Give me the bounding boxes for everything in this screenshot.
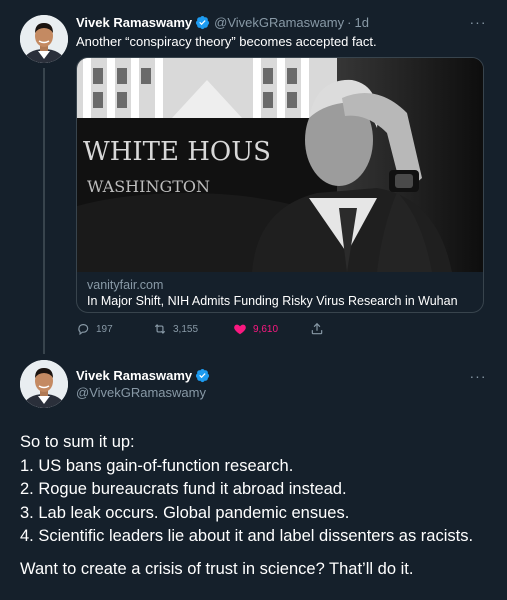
retweet-count: 3,155: [173, 323, 199, 335]
like-icon: [234, 324, 246, 335]
reply-icon: [78, 324, 89, 336]
verified-icon: [195, 368, 210, 383]
tweet-body: So to sum it up: 1. US bans gain-of-func…: [20, 431, 490, 581]
tweet-thread: Vivek Ramaswamy @VivekGRamaswamy · 1d ··…: [0, 0, 507, 600]
author-handle[interactable]: @VivekGRamaswamy: [214, 15, 344, 30]
card-footer: vanityfair.com In Major Shift, NIH Admit…: [77, 272, 483, 312]
retweet-icon: [154, 324, 166, 334]
tweet-header: Vivek Ramaswamy @VivekGRamaswamy · 1d: [76, 13, 369, 31]
verified-icon: [195, 15, 210, 30]
tweet-closing-line: Want to create a crisis of trust in scie…: [20, 559, 414, 578]
more-icon[interactable]: ···: [466, 369, 490, 383]
reply-count: 197: [96, 323, 113, 335]
avatar[interactable]: [20, 15, 68, 63]
share-button[interactable]: [310, 322, 330, 336]
author-name-2: Vivek Ramaswamy: [76, 368, 214, 383]
tweet-line: 4. Scientific leaders lie about it and l…: [20, 527, 474, 545]
reply-button[interactable]: 197: [76, 322, 153, 336]
card-domain: vanityfair.com: [87, 278, 164, 292]
card-title: In Major Shift, NIH Admits Funding Risky…: [87, 294, 458, 308]
card-image: WHITE HOUS WASHINGTON: [77, 58, 483, 272]
author-name-text[interactable]: Vivek Ramaswamy: [76, 368, 192, 383]
like-count: 9,610: [253, 323, 279, 335]
share-icon: [311, 322, 323, 335]
tweet-line: 2. Rogue bureaucrats fund it abroad inst…: [20, 480, 347, 498]
more-icon[interactable]: ···: [466, 15, 490, 29]
retweet-button[interactable]: 3,155: [153, 322, 233, 336]
thread-connector-line: [43, 68, 45, 354]
tweet-timestamp[interactable]: 1d: [354, 15, 368, 30]
tweet-line: So to sum it up:: [20, 433, 135, 451]
tweet-line: 3. Lab leak occurs. Global pandemic ensu…: [20, 503, 350, 522]
avatar-2[interactable]: [20, 360, 68, 408]
author-handle-2[interactable]: @VivekGRamaswamy: [76, 385, 206, 400]
sign-text-line2: WASHINGTON: [87, 177, 210, 196]
sign-text-line1: WHITE HOUS: [83, 137, 271, 167]
link-card[interactable]: WHITE HOUS WASHINGTON vanityfair.com In …: [76, 57, 484, 313]
tweet-actions: 197 3,155 9,610: [76, 320, 336, 338]
tweet-line: 1. US bans gain-of-function research.: [20, 456, 294, 475]
tweet-text: Another “conspiracy theory” becomes acce…: [76, 34, 377, 49]
author-name[interactable]: Vivek Ramaswamy: [76, 15, 192, 30]
like-button[interactable]: 9,610: [233, 322, 310, 336]
separator-dot: ·: [347, 14, 352, 30]
